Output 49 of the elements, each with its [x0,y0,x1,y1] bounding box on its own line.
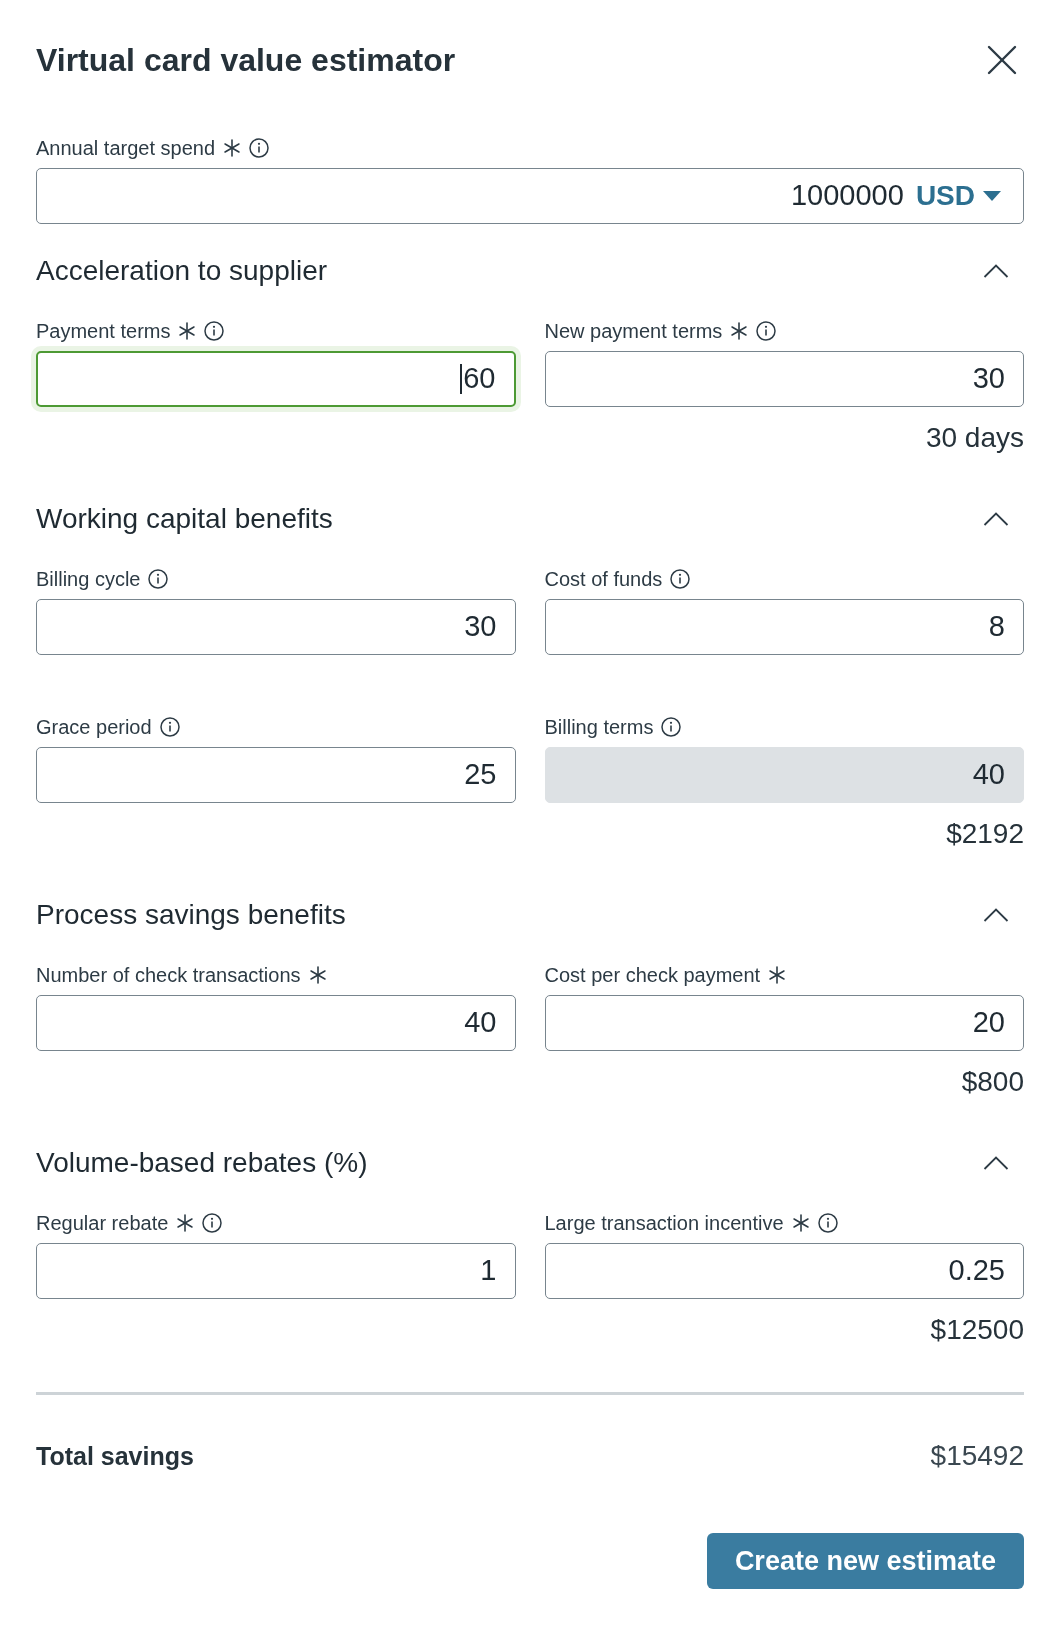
currency-select[interactable]: USD [915,175,1001,217]
section-heading: Volume-based rebates (%) [36,1146,368,1180]
text-cursor-icon [460,364,463,394]
field-label: New payment terms [544,319,723,343]
total-value: $15492 [930,1439,1024,1473]
field-label: Payment terms [36,319,171,343]
info-icon[interactable] [817,1213,838,1233]
section-result: $800 [961,1065,1024,1099]
info-icon[interactable] [202,1213,223,1233]
amount-field[interactable]: 1000000 USD [36,168,1024,224]
number-field[interactable]: 1 [36,1243,516,1299]
section-heading: Acceleration to supplier [36,254,328,288]
field-label: Regular rebate [36,1211,169,1235]
info-icon[interactable] [204,321,225,341]
number-field[interactable]: 30 [544,351,1024,407]
section-result: $12500 [930,1313,1024,1347]
info-icon[interactable] [148,569,169,589]
number-field[interactable]: 30 [36,599,516,655]
info-icon[interactable] [756,321,777,341]
number-field[interactable]: 20 [544,995,1024,1051]
field-label: Cost of funds [544,567,663,591]
section-result: 30 days [925,421,1024,455]
chevron-up-icon[interactable] [983,264,1009,278]
field-label: Grace period [36,715,152,739]
create-estimate-button[interactable]: Create new estimate [706,1533,1024,1589]
field-label: Annual target spend [36,136,216,160]
chevron-up-icon[interactable] [983,908,1009,922]
field-label: Billing cycle [36,567,141,591]
number-field[interactable]: 8 [544,599,1024,655]
field-label: Number of check transactions [36,963,301,987]
section-heading: Working capital benefits [36,502,333,536]
number-field[interactable]: 25 [36,747,516,803]
dialog-title: Virtual card value estimator [36,41,456,80]
info-icon[interactable] [249,138,270,158]
info-icon[interactable] [670,569,691,589]
field-label: Cost per check payment [544,963,761,987]
section-heading: Process savings benefits [36,898,346,932]
number-field[interactable]: 40 [36,995,516,1051]
number-field: 40 [544,747,1024,803]
total-label: Total savings [36,1441,194,1472]
field-label: Large transaction incentive [544,1211,784,1235]
chevron-up-icon[interactable] [983,512,1009,526]
number-field[interactable]: 0.25 [544,1243,1024,1299]
close-icon[interactable] [987,45,1017,75]
caret-down-icon [983,191,1001,201]
section-result: $2192 [946,817,1024,851]
chevron-up-icon[interactable] [983,1156,1009,1170]
info-icon[interactable] [159,717,180,737]
field-label: Billing terms [544,715,654,739]
